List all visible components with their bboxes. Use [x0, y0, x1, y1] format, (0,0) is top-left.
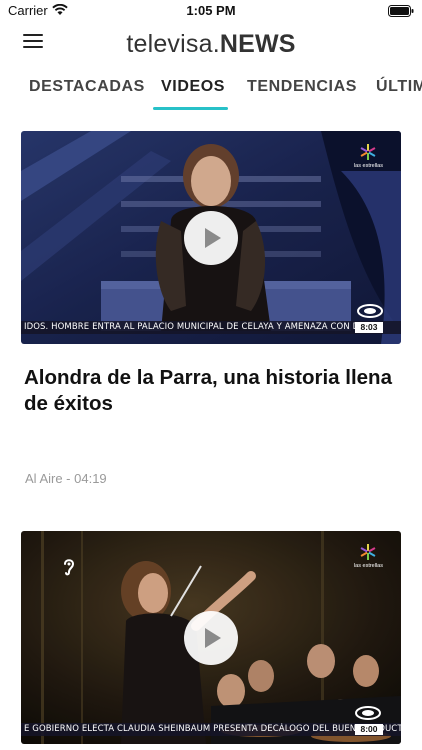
channel-logo: las estrellas — [354, 543, 383, 569]
tab-ultimas[interactable]: ÚLTIM — [376, 78, 422, 96]
star-logo-icon — [361, 544, 376, 560]
hearing-access-icon — [61, 556, 77, 583]
nav-bar: televisa.NEWS — [0, 22, 422, 68]
news-ticker: E GOBIERNO ELECTA CLAUDIA SHEINBAUM PRES… — [21, 723, 401, 736]
channel-logo: las estrellas — [354, 143, 383, 169]
active-tab-indicator — [153, 107, 228, 110]
channel-logo-label: las estrellas — [353, 163, 383, 169]
app-logo: televisa.NEWS — [0, 30, 422, 59]
news-ticker-text: IDOS. HOMBRE ENTRA AL PALACIO MUNICIPAL … — [24, 322, 371, 332]
channel-logo-label: las estrellas — [353, 563, 383, 569]
play-icon — [205, 227, 221, 248]
star-logo-icon — [361, 144, 376, 160]
video-thumbnail[interactable]: las estrellas E GOBIERNO ELECTA CLAUDIA … — [21, 531, 401, 744]
tab-tendencias[interactable]: TENDENCIAS — [247, 78, 357, 96]
news-ticker: IDOS. HOMBRE ENTRA AL PALACIO MUNICIPAL … — [21, 321, 401, 334]
play-button[interactable] — [184, 610, 238, 665]
section-tabs: DESTACADAS VIDEOS TENDENCIAS ÚLTIM — [0, 68, 422, 112]
tab-videos[interactable]: VIDEOS — [161, 78, 225, 96]
news-ticker-text: E GOBIERNO ELECTA CLAUDIA SHEINBAUM PRES… — [24, 724, 401, 734]
play-button[interactable] — [184, 210, 238, 265]
logo-text-light: televisa. — [126, 30, 220, 58]
clip-timestamp: 8:03 — [355, 322, 383, 333]
logo-text-bold: NEWS — [219, 30, 296, 58]
battery-icon — [388, 5, 414, 20]
clip-timestamp: 8:00 — [355, 724, 383, 735]
clock: 1:05 PM — [186, 3, 236, 18]
status-bar: Carrier 1:05 PM — [0, 0, 422, 22]
video-thumbnail[interactable]: las estrellas IDOS. HOMBRE ENTRA AL PALA… — [21, 131, 401, 344]
tab-destacadas[interactable]: DESTACADAS — [29, 78, 145, 96]
play-icon — [205, 627, 221, 648]
article-meta: Al Aire - 04:19 — [25, 471, 107, 486]
article-title[interactable]: Alondra de la Parra, una historia llena … — [24, 365, 398, 417]
